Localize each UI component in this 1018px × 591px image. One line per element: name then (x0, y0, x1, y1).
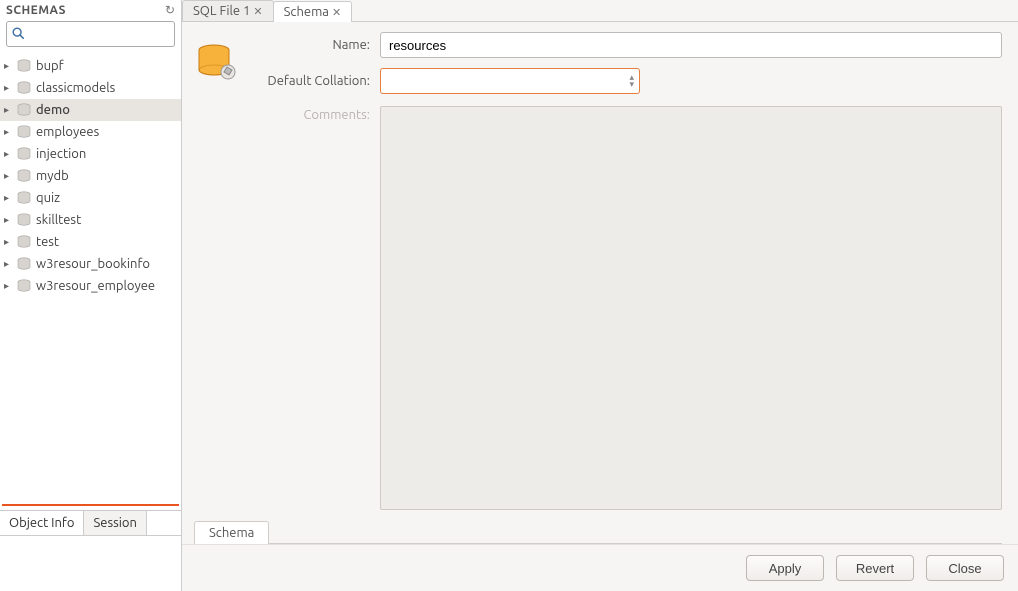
schema-item-employees[interactable]: ▸ employees (0, 121, 181, 143)
database-icon (16, 59, 32, 73)
collation-label: Default Collation: (250, 74, 370, 88)
schema-item-label: demo (34, 103, 70, 117)
expand-icon[interactable]: ▸ (4, 236, 14, 248)
expand-icon[interactable]: ▸ (4, 126, 14, 138)
expand-icon[interactable]: ▸ (4, 104, 14, 116)
apply-button[interactable]: Apply (746, 555, 824, 581)
database-icon (16, 235, 32, 249)
database-icon (16, 81, 32, 95)
database-icon (16, 213, 32, 227)
divider (2, 504, 179, 506)
schema-item-label: w3resour_bookinfo (34, 257, 150, 271)
name-label: Name: (250, 38, 370, 52)
name-input[interactable] (380, 32, 1002, 58)
schema-tree: ▸ bupf ▸ classicmodels ▸ demo ▸ employees ▸ injec… (0, 53, 181, 504)
schema-item-label: quiz (34, 191, 60, 205)
tab-label: Schema (284, 5, 329, 19)
expand-icon[interactable]: ▸ (4, 258, 14, 270)
schema-icon (194, 40, 240, 86)
main-area: SQL File 1✕Schema✕ Name: Default Collati… (182, 0, 1018, 591)
tab-object-info[interactable]: Object Info (0, 511, 84, 535)
database-icon (16, 147, 32, 161)
revert-button[interactable]: Revert (836, 555, 914, 581)
expand-icon[interactable]: ▸ (4, 192, 14, 204)
expand-icon[interactable]: ▸ (4, 280, 14, 292)
expand-icon[interactable]: ▸ (4, 170, 14, 182)
main-tab-sql-file-1[interactable]: SQL File 1✕ (182, 0, 274, 21)
collation-select[interactable] (380, 68, 640, 94)
comments-textarea[interactable] (380, 106, 1002, 510)
sidebar-title: SCHEMAS (6, 4, 66, 17)
schema-item-label: injection (34, 147, 86, 161)
tab-session[interactable]: Session (84, 511, 146, 535)
expand-icon[interactable]: ▸ (4, 148, 14, 160)
object-info-panel (0, 535, 181, 591)
search-icon (11, 26, 25, 43)
schema-item-skilltest[interactable]: ▸ skilltest (0, 209, 181, 231)
schema-item-label: classicmodels (34, 81, 115, 95)
search-input-wrap[interactable] (6, 21, 175, 47)
database-icon (16, 169, 32, 183)
database-icon (16, 257, 32, 271)
schema-item-injection[interactable]: ▸ injection (0, 143, 181, 165)
schema-item-classicmodels[interactable]: ▸ classicmodels (0, 77, 181, 99)
sub-tab-schema[interactable]: Schema (194, 521, 269, 544)
main-tabs: SQL File 1✕Schema✕ (182, 0, 1018, 22)
expand-icon[interactable]: ▸ (4, 214, 14, 226)
close-icon[interactable]: ✕ (332, 6, 341, 19)
schema-item-label: bupf (34, 59, 64, 73)
comments-label: Comments: (250, 106, 370, 122)
schema-item-bupf[interactable]: ▸ bupf (0, 55, 181, 77)
database-icon (16, 103, 32, 117)
schema-item-quiz[interactable]: ▸ quiz (0, 187, 181, 209)
schema-item-w3resour_bookinfo[interactable]: ▸ w3resour_bookinfo (0, 253, 181, 275)
schema-item-demo[interactable]: ▸ demo (0, 99, 181, 121)
schema-item-label: test (34, 235, 59, 249)
expand-icon[interactable]: ▸ (4, 82, 14, 94)
close-icon[interactable]: ✕ (253, 5, 262, 18)
close-button[interactable]: Close (926, 555, 1004, 581)
sidebar: SCHEMAS ↻ ▸ bupf ▸ classicmodels ▸ demo ▸ emplo… (0, 0, 182, 591)
database-icon (16, 125, 32, 139)
schema-item-test[interactable]: ▸ test (0, 231, 181, 253)
tab-label: SQL File 1 (193, 4, 250, 18)
refresh-icon[interactable]: ↻ (165, 3, 175, 17)
button-bar: Apply Revert Close (182, 544, 1018, 591)
schema-item-label: mydb (34, 169, 69, 183)
schema-item-mydb[interactable]: ▸ mydb (0, 165, 181, 187)
search-input[interactable] (25, 27, 205, 42)
schema-item-label: employees (34, 125, 99, 139)
database-icon (16, 279, 32, 293)
database-icon (16, 191, 32, 205)
schema-item-label: skilltest (34, 213, 81, 227)
expand-icon[interactable]: ▸ (4, 60, 14, 72)
schema-item-w3resour_employee[interactable]: ▸ w3resour_employee (0, 275, 181, 297)
main-tab-schema[interactable]: Schema✕ (273, 1, 353, 22)
schema-item-label: w3resour_employee (34, 279, 155, 293)
